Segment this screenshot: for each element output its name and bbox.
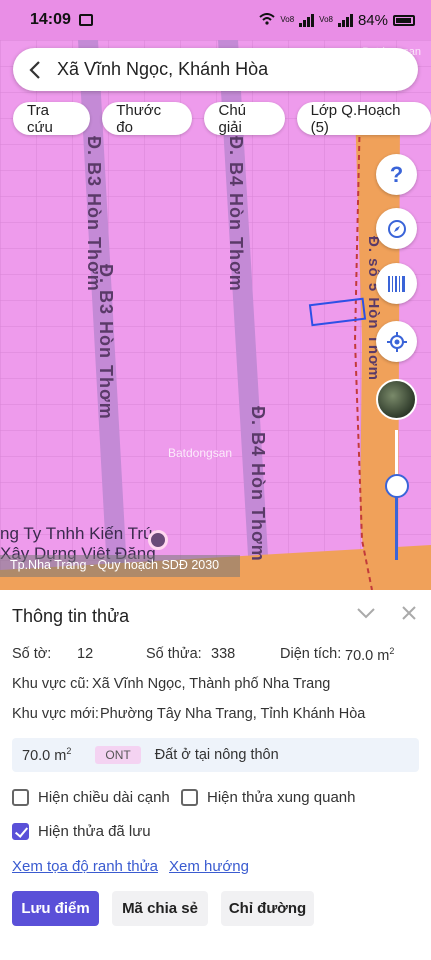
- link-view-coordinates[interactable]: Xem tọa độ ranh thửa: [12, 858, 158, 875]
- panel-title: Thông tin thửa: [12, 606, 130, 626]
- check-around-label: Hiện thửa xung quanh: [207, 789, 356, 806]
- directions-button[interactable]: Chỉ đường: [221, 891, 314, 926]
- area-box-number: 70.0 m: [22, 747, 67, 764]
- chip-thuoc-do[interactable]: Thước đo: [102, 102, 193, 136]
- battery-percent: 84%: [357, 11, 388, 29]
- status-indicators: Vo8 Vo8 84%: [259, 12, 415, 29]
- close-icon[interactable]: [400, 604, 418, 622]
- check-saved-parcels[interactable]: Hiện thửa đã lưu: [12, 823, 151, 840]
- check-edge-length[interactable]: Hiện chiều dài cạnh: [12, 789, 170, 806]
- kv-moi-value: Phường Tây Nha Trang, Tỉnh Khánh Hòa: [100, 706, 366, 722]
- dien-tich-value: 70.0 m2: [345, 646, 394, 664]
- save-point-button[interactable]: Lưu điểm: [12, 891, 99, 926]
- checkbox-edge-length[interactable]: [12, 789, 29, 806]
- so-to-label: Số tờ:: [12, 646, 52, 662]
- location-title[interactable]: Xã Vĩnh Ngọc, Khánh Hòa: [57, 59, 268, 80]
- so-to-value: 12: [77, 646, 94, 662]
- map-tool-chips: Tra cứu Thước đo Chú giải Lớp Q.Hoạch (5…: [13, 102, 431, 136]
- barcode-icon: [387, 275, 405, 292]
- zoom-slider-thumb[interactable]: [385, 474, 409, 498]
- locate-button[interactable]: [376, 321, 417, 362]
- back-icon[interactable]: [13, 48, 57, 91]
- kv-cu-value: Xã Vĩnh Ngọc, Thành phố Nha Trang: [92, 676, 331, 692]
- dien-tich-number: 70.0 m: [345, 647, 390, 664]
- chip-chu-giai[interactable]: Chú giải: [204, 102, 285, 136]
- parcel-info-panel: Thông tin thửa Số tờ: 12 Số thửa: 338 Di…: [0, 590, 431, 960]
- satellite-layer-icon[interactable]: [376, 379, 417, 420]
- land-use-box: 70.0 m2 ONT Đất ở tại nông thôn: [12, 738, 419, 772]
- checkbox-saved-parcels[interactable]: [12, 823, 29, 840]
- image-notification-icon: [78, 14, 93, 26]
- locate-icon: [386, 331, 407, 352]
- compass-button[interactable]: [376, 208, 417, 249]
- link-view-direction[interactable]: Xem hướng: [169, 858, 249, 875]
- status-bar: 14:09 Vo8 Vo8 84%: [0, 0, 431, 40]
- land-code-badge: ONT: [95, 746, 141, 764]
- road-label-b3-bottom: Đ. B3 Hòn Thơm: [96, 264, 116, 420]
- chevron-down-icon[interactable]: [356, 606, 376, 620]
- kv-cu-label: Khu vực cũ:: [12, 676, 90, 692]
- compass-icon: [387, 219, 406, 238]
- help-icon: ?: [389, 161, 404, 187]
- map-source-label: Tp.Nha Trang - Quy hoạch SDĐ 2030: [0, 555, 240, 577]
- signal-icon-1: [299, 13, 315, 27]
- road-label-b4-bottom: Đ. B4 Hòn Thơm: [248, 406, 268, 562]
- share-code-button[interactable]: Mã chia sẻ: [112, 891, 208, 926]
- company-label-line1: ng Ty Tnhh Kiến Trúc: [0, 524, 161, 543]
- check-edge-length-label: Hiện chiều dài cạnh: [38, 789, 170, 806]
- help-button[interactable]: ?: [376, 154, 417, 195]
- so-thua-label: Số thửa:: [146, 646, 202, 662]
- network-type-2: Vo8: [319, 15, 333, 24]
- barcode-button[interactable]: [376, 263, 417, 304]
- dien-tich-label: Diện tích:: [280, 646, 342, 662]
- check-around-parcels[interactable]: Hiện thửa xung quanh: [181, 789, 355, 806]
- road-label-b4-top: Đ. B4 Hòn Thơm: [226, 136, 246, 292]
- kv-moi-label: Khu vực mới:: [12, 706, 99, 722]
- so-thua-value: 338: [211, 646, 236, 662]
- check-saved-label: Hiện thửa đã lưu: [38, 823, 151, 840]
- company-poi-icon[interactable]: [148, 530, 168, 550]
- status-time: 14:09: [30, 11, 71, 28]
- area-box-value: 70.0 m2: [22, 746, 71, 764]
- wifi-icon: [259, 12, 276, 29]
- battery-icon: [393, 14, 415, 26]
- chip-tra-cuu[interactable]: Tra cứu: [13, 102, 91, 136]
- watermark-mid: Batdongsan: [168, 446, 233, 460]
- dien-tich-unit-sup: 2: [389, 646, 395, 656]
- network-type-1: Vo8: [280, 15, 295, 24]
- signal-icon-2: [337, 13, 353, 27]
- checkbox-around-parcels[interactable]: [181, 789, 198, 806]
- area-box-unit-sup: 2: [66, 746, 72, 757]
- chip-lop-quy-hoach[interactable]: Lớp Q.Hoạch (5): [296, 102, 431, 136]
- land-desc: Đất ở tại nông thôn: [154, 747, 279, 763]
- search-bar[interactable]: Xã Vĩnh Ngọc, Khánh Hòa: [13, 48, 418, 91]
- road-label-so5: Đ. số 5 Hòn Thơm: [365, 236, 382, 382]
